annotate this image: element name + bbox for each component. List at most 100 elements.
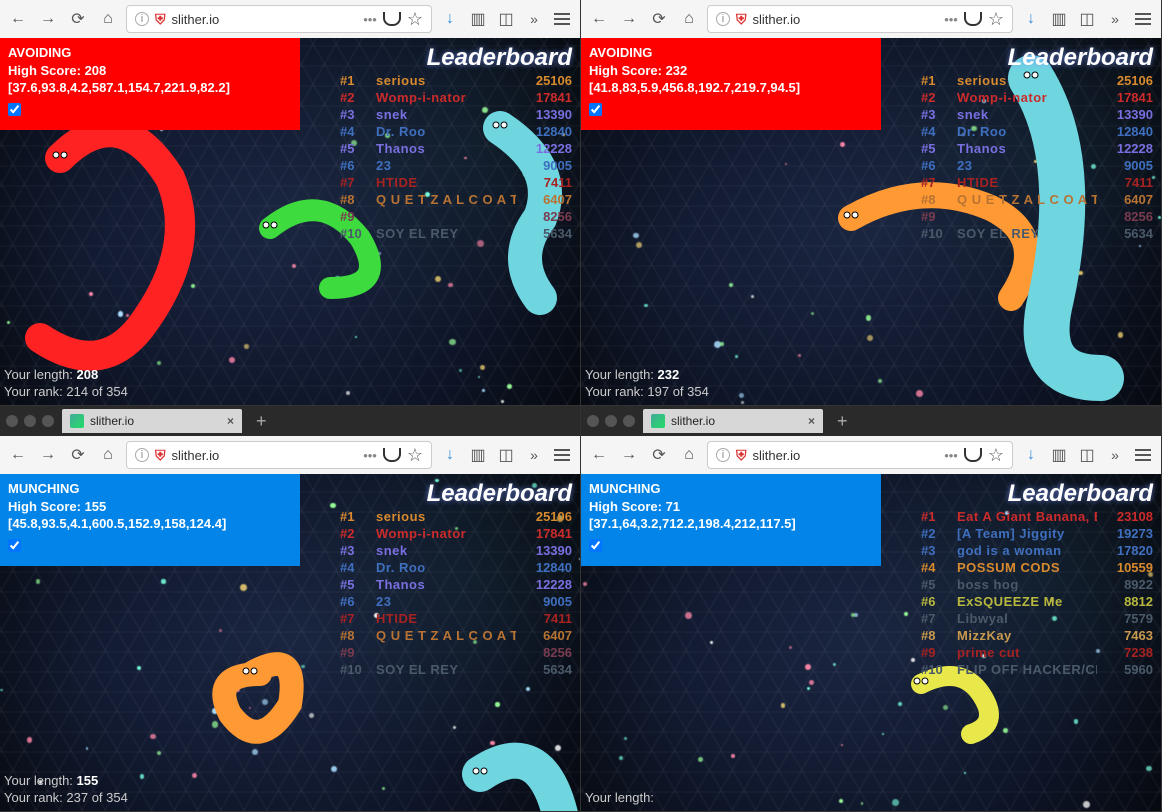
overflow-icon[interactable]: » xyxy=(522,443,546,467)
downloads-icon[interactable]: ↓ xyxy=(438,7,462,31)
forward-button[interactable]: → xyxy=(617,443,641,467)
library-icon[interactable]: ▥ xyxy=(1047,443,1071,467)
window-controls[interactable] xyxy=(587,415,635,427)
lb-rank: #1 xyxy=(340,73,368,88)
reload-button[interactable]: ⟳ xyxy=(66,443,90,467)
info-icon[interactable]: i xyxy=(135,448,149,462)
lb-score: 9005 xyxy=(524,158,572,173)
url-input[interactable]: i ⛨ slither.io ••• xyxy=(126,441,432,469)
downloads-icon[interactable]: ↓ xyxy=(438,443,462,467)
insecure-icon: ⛨ xyxy=(155,447,166,464)
game-canvas[interactable]: MUNCHING High Score: 155 [45.8,93.5,4.1,… xyxy=(0,474,580,811)
url-input[interactable]: i ⛨ slither.io ••• xyxy=(707,441,1013,469)
lb-name: boss hog xyxy=(957,577,1097,592)
insecure-icon: ⛨ xyxy=(736,11,747,28)
lb-rank: #3 xyxy=(921,543,949,558)
library-icon[interactable]: ▥ xyxy=(466,7,490,31)
lb-score: 6407 xyxy=(524,628,572,643)
menu-button[interactable] xyxy=(550,7,574,31)
reload-button[interactable]: ⟳ xyxy=(66,7,90,31)
overflow-icon[interactable]: » xyxy=(1103,7,1127,31)
overflow-icon[interactable]: » xyxy=(522,7,546,31)
new-tab-button[interactable]: + xyxy=(250,411,273,432)
library-icon[interactable]: ▥ xyxy=(1047,7,1071,31)
lb-rank: #8 xyxy=(340,628,368,643)
menu-button[interactable] xyxy=(1131,7,1155,31)
sidebar-icon[interactable]: ◫ xyxy=(1075,7,1099,31)
reload-button[interactable]: ⟳ xyxy=(647,7,671,31)
browser-tab[interactable]: slither.io × xyxy=(643,409,823,433)
lb-name: serious xyxy=(376,73,516,88)
forward-button[interactable]: → xyxy=(36,7,60,31)
page-actions-icon[interactable]: ••• xyxy=(363,12,377,27)
pocket-icon[interactable] xyxy=(964,448,982,462)
debug-checkbox[interactable] xyxy=(589,539,602,552)
sidebar-icon[interactable]: ◫ xyxy=(1075,443,1099,467)
home-button[interactable]: ⌂ xyxy=(677,7,701,31)
url-input[interactable]: i ⛨ slither.io ••• xyxy=(707,5,1013,33)
browser-tab[interactable]: slither.io × xyxy=(62,409,242,433)
sidebar-icon[interactable]: ◫ xyxy=(494,7,518,31)
downloads-icon[interactable]: ↓ xyxy=(1019,443,1043,467)
game-canvas[interactable]: MUNCHING High Score: 71 [37.1,64,3.2,712… xyxy=(581,474,1161,811)
lb-rank: #6 xyxy=(921,158,949,173)
forward-button[interactable]: → xyxy=(36,443,60,467)
new-tab-button[interactable]: + xyxy=(831,411,854,432)
back-button[interactable]: ← xyxy=(587,443,611,467)
page-actions-icon[interactable]: ••• xyxy=(363,448,377,463)
pocket-icon[interactable] xyxy=(383,448,401,462)
home-button[interactable]: ⌂ xyxy=(96,7,120,31)
forward-button[interactable]: → xyxy=(617,7,641,31)
bookmark-icon[interactable] xyxy=(988,9,1004,30)
page-actions-icon[interactable]: ••• xyxy=(944,448,958,463)
debug-checkbox[interactable] xyxy=(589,103,602,116)
info-icon[interactable]: i xyxy=(716,12,730,26)
info-icon[interactable]: i xyxy=(716,448,730,462)
leaderboard-row: #9 8256 xyxy=(336,208,576,225)
leaderboard-title: Leaderboard xyxy=(917,480,1157,508)
leaderboard-row: #9 8256 xyxy=(917,208,1157,225)
url-text: slither.io xyxy=(753,12,801,27)
player-stats: Your length: xyxy=(585,790,654,807)
back-button[interactable]: ← xyxy=(6,7,30,31)
menu-button[interactable] xyxy=(550,443,574,467)
lb-rank: #9 xyxy=(340,209,368,224)
home-button[interactable]: ⌂ xyxy=(96,443,120,467)
lb-rank: #4 xyxy=(921,124,949,139)
sidebar-icon[interactable]: ◫ xyxy=(494,443,518,467)
game-canvas[interactable]: AVOIDING High Score: 232 [41.8,83,5.9,45… xyxy=(581,38,1161,405)
lb-rank: #1 xyxy=(921,509,949,524)
home-button[interactable]: ⌂ xyxy=(677,443,701,467)
info-icon[interactable]: i xyxy=(135,12,149,26)
bookmark-icon[interactable] xyxy=(407,9,423,30)
reload-button[interactable]: ⟳ xyxy=(647,443,671,467)
library-icon[interactable]: ▥ xyxy=(466,443,490,467)
lb-name: POSSUM CODS xyxy=(957,560,1097,575)
leaderboard-row: #8 Q U E T Z A L C O A T L 6407 xyxy=(917,191,1157,208)
close-icon[interactable]: × xyxy=(227,414,234,428)
url-input[interactable]: i ⛨ slither.io ••• xyxy=(126,5,432,33)
back-button[interactable]: ← xyxy=(587,7,611,31)
length-value: 208 xyxy=(77,367,99,382)
game-canvas[interactable]: AVOIDING High Score: 208 [37.6,93.8,4.2,… xyxy=(0,38,580,405)
lb-score: 13390 xyxy=(524,107,572,122)
downloads-icon[interactable]: ↓ xyxy=(1019,7,1043,31)
pocket-icon[interactable] xyxy=(964,12,982,26)
leaderboard-row: #2 Womp-i-nator 17841 xyxy=(917,89,1157,106)
lb-score: 8256 xyxy=(1105,209,1153,224)
overflow-icon[interactable]: » xyxy=(1103,443,1127,467)
back-button[interactable]: ← xyxy=(6,443,30,467)
close-icon[interactable]: × xyxy=(808,414,815,428)
lb-name: Q U E T Z A L C O A T L xyxy=(376,192,516,207)
debug-checkbox[interactable] xyxy=(8,103,21,116)
window-controls[interactable] xyxy=(6,415,54,427)
lb-score: 23108 xyxy=(1105,509,1153,524)
status-mode: MUNCHING xyxy=(589,480,873,498)
bookmark-icon[interactable] xyxy=(407,445,423,466)
page-actions-icon[interactable]: ••• xyxy=(944,12,958,27)
leaderboard-row: #5 boss hog 8922 xyxy=(917,576,1157,593)
bookmark-icon[interactable] xyxy=(988,445,1004,466)
pocket-icon[interactable] xyxy=(383,12,401,26)
menu-button[interactable] xyxy=(1131,443,1155,467)
debug-checkbox[interactable] xyxy=(8,539,21,552)
